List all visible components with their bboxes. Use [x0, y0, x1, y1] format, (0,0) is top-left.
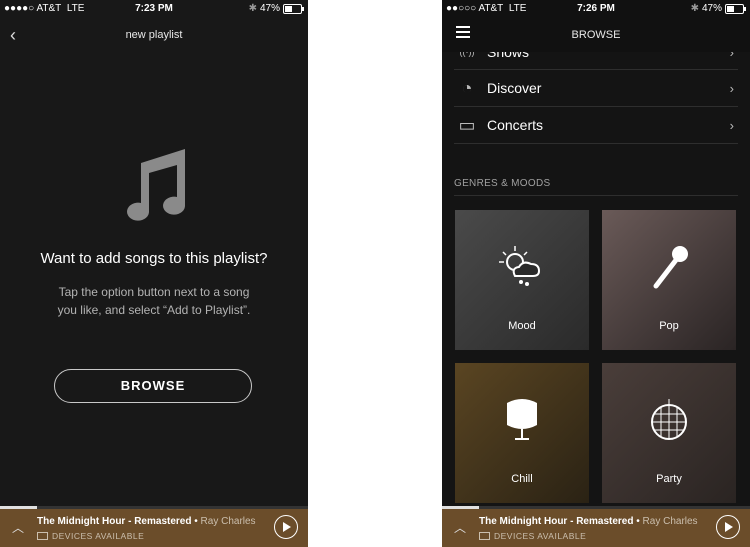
new-playlist-screen: ●●●●○ AT&T LTE 7:23 PM ✱ 47% ‹ new playli…: [0, 0, 308, 547]
battery-percent: 47%: [701, 3, 722, 14]
list-item-label: Concerts: [487, 117, 544, 133]
music-note-icon: [127, 149, 186, 221]
chair-icon: [507, 399, 537, 440]
separator: •: [636, 516, 640, 527]
ticket-icon: ▭: [458, 114, 476, 135]
weather-icon: [499, 246, 541, 286]
browse-screen: ((·)) Shows › ◔ Discover › ▭ Concerts › …: [442, 0, 750, 547]
devices-available[interactable]: DEVICES AVAILABLE: [479, 531, 586, 541]
separator: •: [194, 516, 198, 527]
list-item-label: Discover: [487, 80, 542, 96]
bluetooth-icon: ✱: [248, 3, 257, 14]
genre-tile-mood[interactable]: Mood: [455, 210, 589, 350]
page-title: new playlist: [125, 29, 183, 41]
status-bar: ●●○○○ AT&T LTE 7:26 PM ✱ 47%: [442, 0, 750, 17]
devices-icon: [37, 532, 48, 540]
devices-label: DEVICES AVAILABLE: [52, 531, 145, 541]
genre-label: Pop: [659, 320, 679, 332]
track-artist: Ray Charles: [642, 516, 698, 527]
track-title: The Midnight Hour - Remastered: [479, 516, 634, 527]
play-button[interactable]: [274, 515, 298, 539]
chevron-right-icon: ›: [729, 80, 734, 96]
status-bar: ●●●●○ AT&T LTE 7:23 PM ✱ 47%: [0, 0, 308, 17]
browse-button[interactable]: BROWSE: [54, 369, 252, 403]
track-artist: Ray Charles: [200, 516, 256, 527]
nav-bar: ‹ new playlist: [0, 17, 308, 53]
track-title: The Midnight Hour - Remastered: [37, 516, 192, 527]
page-title: BROWSE: [571, 29, 621, 41]
empty-state: Want to add songs to this playlist? Tap …: [0, 145, 308, 319]
genre-label: Chill: [511, 473, 533, 485]
battery-percent: 47%: [259, 3, 280, 14]
devices-icon: [479, 532, 490, 540]
bluetooth-icon: ✱: [690, 3, 699, 14]
mini-player[interactable]: ︿ The Midnight Hour - Remastered • Ray C…: [0, 509, 308, 547]
play-button[interactable]: [716, 515, 740, 539]
battery-icon: [725, 3, 746, 14]
section-title: GENRES & MOODS: [454, 178, 738, 196]
genre-tile-party[interactable]: Party: [602, 363, 736, 503]
chevron-up-icon[interactable]: ︿: [12, 519, 24, 536]
chevron-right-icon: ›: [729, 117, 734, 133]
genre-label: Party: [656, 473, 682, 485]
microphone-icon: [653, 246, 688, 289]
genre-label: Mood: [508, 320, 536, 332]
devices-available[interactable]: DEVICES AVAILABLE: [37, 531, 144, 541]
mini-player[interactable]: ︿ The Midnight Hour - Remastered • Ray C…: [442, 509, 750, 547]
devices-label: DEVICES AVAILABLE: [494, 531, 587, 541]
list-item-discover[interactable]: ◔ Discover ›: [454, 70, 738, 107]
list-item-concerts[interactable]: ▭ Concerts ›: [454, 107, 738, 144]
empty-title: Want to add songs to this playlist?: [40, 250, 268, 267]
discover-icon: ◔: [461, 77, 473, 98]
empty-description: Tap the option button next to a song you…: [57, 285, 251, 317]
genre-tile-chill[interactable]: Chill: [455, 363, 589, 503]
nav-bar: BROWSE: [442, 17, 750, 53]
genre-tile-pop[interactable]: Pop: [602, 210, 736, 350]
disco-ball-icon: [651, 399, 687, 440]
chevron-up-icon[interactable]: ︿: [454, 519, 466, 536]
battery-icon: [283, 3, 304, 14]
